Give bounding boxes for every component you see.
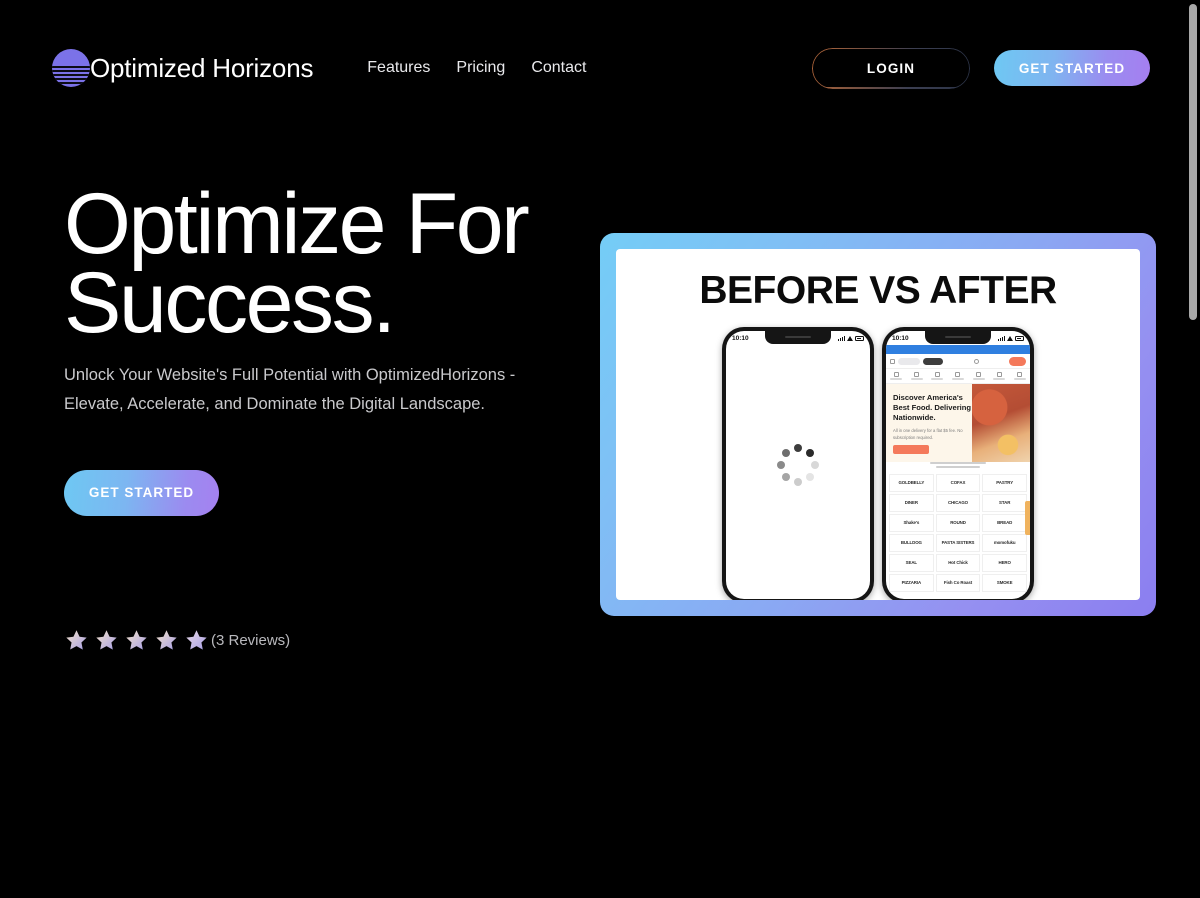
main-nav: Features Pricing Contact <box>367 59 586 77</box>
after-phone: 10:10 Discover America's Best Food. Deli… <box>882 327 1034 600</box>
phone-comparison: 10:10 10:10 Discover America's Best Food… <box>722 327 1034 600</box>
brand-name: Optimized Horizons <box>90 52 314 83</box>
app-nav-bar <box>886 354 1030 369</box>
nav-item-pricing[interactable]: Pricing <box>456 59 505 77</box>
wifi-icon <box>847 335 853 341</box>
brand-logo-cell[interactable]: PASTRY <box>982 474 1027 492</box>
star-rating <box>64 628 209 653</box>
star-icon <box>66 630 87 650</box>
site-header: Optimized Horizons Features Pricing Cont… <box>0 0 1186 136</box>
status-icons <box>998 335 1024 341</box>
brand-logo-cell[interactable]: BULLDOG <box>889 534 934 552</box>
category-item[interactable] <box>993 371 1006 381</box>
category-item[interactable] <box>972 371 985 381</box>
category-item[interactable] <box>1013 371 1026 381</box>
delivery-toggle[interactable] <box>923 357 943 365</box>
brand-logo-cell[interactable]: GOLDBELLY <box>889 474 934 492</box>
before-phone: 10:10 <box>722 327 874 600</box>
hero-subtitle: Unlock Your Website's Full Potential wit… <box>64 366 516 413</box>
brand-logo-cell[interactable]: Shake's <box>889 514 934 532</box>
brand-logo-cell[interactable]: ROUND <box>935 514 981 532</box>
category-item[interactable] <box>951 371 964 381</box>
brand-logo-cell[interactable]: HERO <box>982 554 1027 572</box>
nav-item-features[interactable]: Features <box>367 59 430 77</box>
showcase-canvas: BEFORE VS AFTER 10:10 10:10 Discover Ame… <box>616 249 1140 600</box>
header-get-started-button[interactable]: GET STARTED <box>994 50 1150 86</box>
wifi-icon <box>1007 335 1013 341</box>
brand-logo-cell[interactable]: PIZZARIA <box>889 574 934 592</box>
category-item[interactable] <box>910 371 923 381</box>
reviews-count-label: (3 Reviews) <box>211 632 291 649</box>
brand-logo-cell[interactable]: COFAX <box>935 474 981 492</box>
app-logo-icon[interactable] <box>890 358 895 364</box>
category-item[interactable] <box>931 371 944 381</box>
brand-logo-cell[interactable]: momofuku <box>982 534 1027 552</box>
scrollbar-thumb[interactable] <box>1189 4 1197 320</box>
brand-logo-cell[interactable]: SEAL <box>889 554 934 572</box>
brand-logo-cell[interactable]: DINER <box>889 494 934 512</box>
hero-get-started-button[interactable]: GET STARTED <box>64 469 219 516</box>
page-title: Optimize For Success. <box>64 181 584 346</box>
brand-logo-cell[interactable]: BREAD <box>982 514 1027 532</box>
search-icon[interactable] <box>973 358 979 364</box>
hero-content: Optimize For Success. Unlock Your Websit… <box>64 181 584 516</box>
app-hero-subtext: All in one delivery for a flat $5 fee. N… <box>893 428 963 440</box>
app-category-row <box>886 369 1030 384</box>
star-icon <box>126 630 147 650</box>
signal-icon <box>998 335 1005 341</box>
after-status-bar: 10:10 <box>886 331 1030 345</box>
app-hero-cta-button[interactable] <box>893 445 929 454</box>
app-hero-banner: Discover America's Best Food. Delivering… <box>886 384 1030 462</box>
login-button[interactable]: LOGIN <box>812 47 970 89</box>
after-phone-screen: 10:10 Discover America's Best Food. Deli… <box>886 331 1030 599</box>
brand-logo-grid: GOLDBELLY COFAX PASTRY DINER CHICAGO STA… <box>889 474 1027 592</box>
category-item[interactable] <box>890 371 903 381</box>
brand-logo-cell[interactable]: STAR <box>982 494 1027 512</box>
brand-logo-cell[interactable]: Hot Chick <box>935 554 981 572</box>
app-top-accent-bar <box>886 345 1030 354</box>
horizon-sunset-circle-icon <box>52 49 90 87</box>
brand-logo-cell[interactable]: CHICAGO <box>935 494 981 512</box>
brand-logo-cell[interactable]: SMOKE <box>982 574 1027 592</box>
brand-logo-cell[interactable]: PASTA SISTERS <box>935 534 981 552</box>
battery-icon <box>1015 335 1024 341</box>
status-time: 10:10 <box>732 334 749 342</box>
header-actions: LOGIN GET STARTED <box>812 47 1150 89</box>
page-scrollbar[interactable] <box>1186 0 1200 898</box>
showcase-title: BEFORE VS AFTER <box>699 269 1057 312</box>
signal-icon <box>838 335 845 341</box>
before-phone-screen: 10:10 <box>726 331 870 599</box>
brand-logos-caption <box>886 462 1030 468</box>
star-icon <box>156 630 177 650</box>
cart-button[interactable] <box>1009 356 1026 366</box>
app-hero-headline: Discover America's Best Food. Delivering… <box>893 393 972 422</box>
location-field[interactable] <box>898 357 920 365</box>
loading-spinner-icon <box>776 443 820 487</box>
status-icons <box>838 335 864 341</box>
brand-logo-cell[interactable]: Fish Co Roast <box>935 574 981 592</box>
side-tab-handle[interactable] <box>1025 501 1030 535</box>
reviews-rating: (3 Reviews) <box>64 628 290 653</box>
battery-icon <box>855 335 864 341</box>
hero-title-line-2: Success. <box>64 255 396 352</box>
brand-logo[interactable]: Optimized Horizons <box>52 49 313 87</box>
star-icon <box>186 630 207 650</box>
nav-item-contact[interactable]: Contact <box>531 59 586 77</box>
showcase-panel: BEFORE VS AFTER 10:10 10:10 Discover Ame… <box>600 233 1156 616</box>
star-icon <box>96 630 117 650</box>
before-status-bar: 10:10 <box>726 331 870 345</box>
food-photo <box>972 384 1030 462</box>
status-time: 10:10 <box>892 334 909 342</box>
